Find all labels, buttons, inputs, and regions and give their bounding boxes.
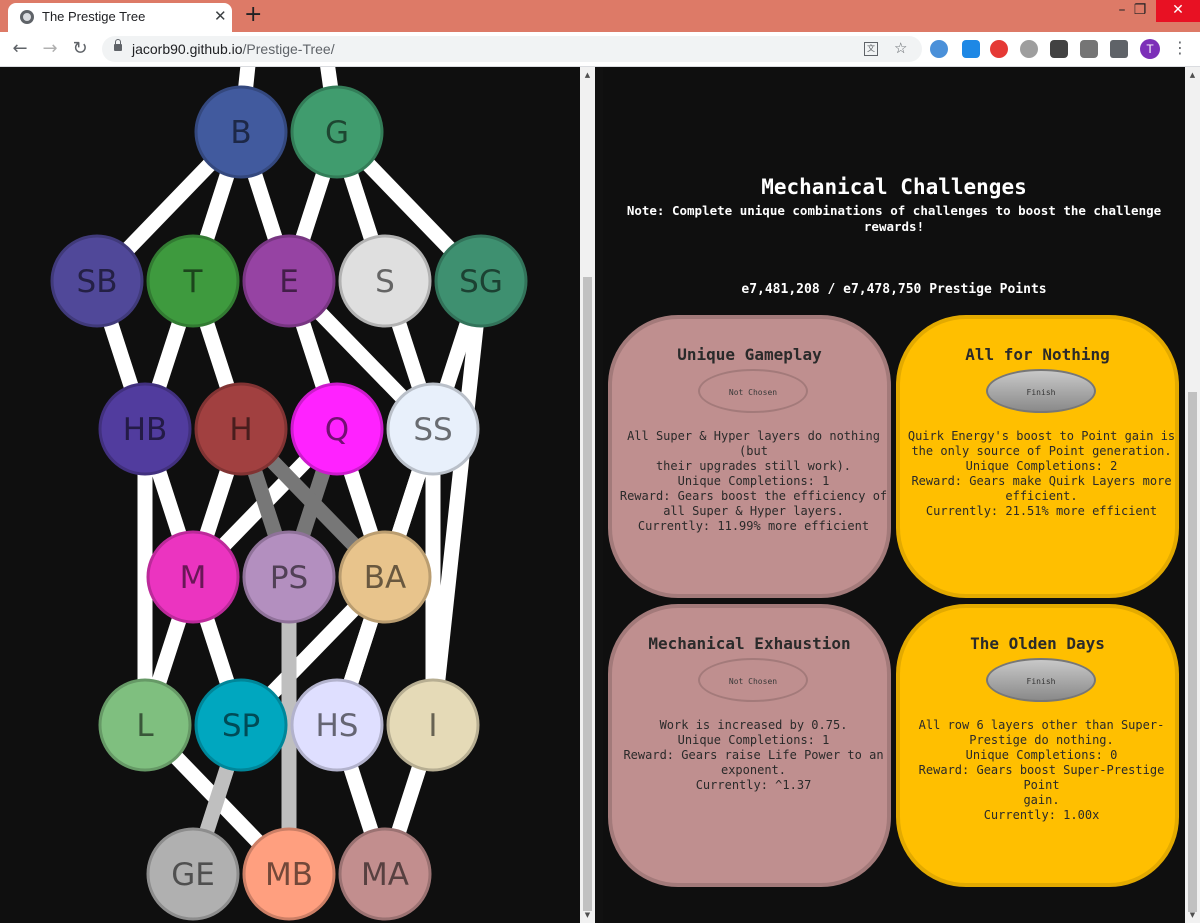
reload-button[interactable]: ↻ (68, 37, 92, 61)
tree-node-e[interactable]: E (242, 234, 336, 328)
tree-node-sg[interactable]: SG (434, 234, 528, 328)
tree-node-g[interactable]: G (290, 85, 384, 179)
tree-node-ps[interactable]: PS (242, 530, 336, 624)
challenge-toggle-button[interactable]: Not Chosen (698, 658, 808, 702)
tree-node-hb[interactable]: HB (98, 382, 192, 476)
challenge-mechanical-exhaustion: Mechanical Exhaustion Not Chosen Work is… (608, 604, 891, 887)
prestige-points-display: e7,481,208 / e7,478,750 Prestige Points (741, 282, 1047, 297)
close-tab-icon[interactable]: ✕ (214, 7, 227, 25)
address-bar[interactable]: jacorb90.github.io/Prestige-Tree/ 文 ☆ (102, 36, 922, 62)
tree-node-label: GE (171, 857, 215, 893)
tree-node-label: SB (77, 264, 118, 300)
tree-node-ba[interactable]: BA (338, 530, 432, 624)
extension-headphones-icon[interactable] (1020, 40, 1038, 58)
scroll-down-icon[interactable]: ▼ (1185, 909, 1200, 921)
tree-node-label: HB (123, 412, 168, 448)
extension-help-icon[interactable] (1050, 40, 1068, 58)
panel-note: Note: Complete unique combinations of ch… (626, 203, 1162, 234)
tree-node-ss[interactable]: SS (386, 382, 480, 476)
tree-pane: B G SB T E S SG HB H Q SS M PS BA L SP HS I GE MB MA (0, 67, 580, 923)
tree-node-mb[interactable]: MB (242, 827, 336, 921)
tree-node-label: PS (270, 560, 308, 596)
tree-node-label: BA (364, 560, 406, 596)
tree-node-label: SG (459, 264, 503, 300)
bookmark-star-icon[interactable]: ☆ (894, 39, 907, 57)
tree-node-label: L (136, 708, 154, 744)
challenge-title: All for Nothing (965, 345, 1110, 364)
tree-node-s[interactable]: S (338, 234, 432, 328)
browser-toolbar: ← → ↻ jacorb90.github.io/Prestige-Tree/ … (0, 32, 1200, 67)
pane-divider[interactable] (595, 67, 603, 923)
tree-canvas: B G SB T E S SG HB H Q SS M PS BA L SP HS I GE MB MA (50, 67, 528, 921)
tree-node-hs[interactable]: HS (290, 678, 384, 772)
tree-node-sb[interactable]: SB (50, 234, 144, 328)
tree-node-label: SS (413, 412, 452, 448)
challenge-title: Mechanical Exhaustion (648, 634, 851, 653)
extension-red-icon[interactable] (990, 40, 1008, 58)
panel-title: Mechanical Challenges (761, 175, 1027, 199)
globe-icon (20, 10, 34, 24)
new-tab-button[interactable]: + (244, 2, 262, 27)
tree-node-label: B (230, 115, 251, 151)
challenge-unique-gameplay: Unique Gameplay Not Chosen All Super & H… (608, 315, 891, 598)
profile-avatar[interactable]: T (1140, 39, 1160, 59)
browser-tabstrip: The Prestige Tree ✕ + – ❐ ✕ (0, 0, 1200, 32)
window-close-button[interactable]: ✕ (1156, 0, 1200, 22)
tree-node-sp[interactable]: SP (194, 678, 288, 772)
lock-icon (114, 39, 122, 51)
tree-node-label: Q (325, 412, 349, 448)
tree-node-q[interactable]: Q (290, 382, 384, 476)
challenge-finish-button[interactable]: Finish (986, 658, 1096, 702)
tree-node-b[interactable]: B (194, 85, 288, 179)
challenge-description: Quirk Energy's boost to Point gain is th… (907, 429, 1176, 518)
tree-node-l[interactable]: L (98, 678, 192, 772)
extension-blue-icon[interactable] (930, 40, 948, 58)
tree-node-ma[interactable]: MA (338, 827, 432, 921)
tree-node-label: I (428, 708, 437, 744)
tab-title: The Prestige Tree (42, 9, 146, 24)
tree-node-label: E (279, 264, 299, 300)
tree-node-label: SP (222, 708, 260, 744)
challenge-finish-button[interactable]: Finish (986, 369, 1096, 413)
tree-node-i[interactable]: I (386, 678, 480, 772)
tree-node-label: MB (265, 857, 313, 893)
back-button[interactable]: ← (8, 37, 32, 61)
url-text: jacorb90.github.io/Prestige-Tree/ (132, 41, 335, 57)
tree-node-h[interactable]: H (194, 382, 288, 476)
tree-node-label: M (180, 560, 207, 596)
tree-scroll-thumb[interactable] (583, 277, 592, 911)
browser-tab[interactable]: The Prestige Tree ✕ (8, 3, 232, 32)
tree-node-label: H (229, 412, 252, 448)
challenge-description: All Super & Hyper layers do nothing (but… (619, 429, 888, 533)
panel-scrollbar[interactable]: ▲ ▼ (1185, 67, 1200, 923)
restore-button[interactable]: ❐ (1122, 0, 1158, 22)
tree-node-m[interactable]: M (146, 530, 240, 624)
challenge-description: All row 6 layers other than Super- Prest… (918, 718, 1165, 822)
extensions-puzzle-icon[interactable] (1110, 40, 1128, 58)
tree-node-label: S (375, 264, 395, 300)
tree-node-label: HS (316, 708, 359, 744)
browser-menu-icon[interactable]: ⋮ (1172, 38, 1188, 57)
tree-node-ge[interactable]: GE (146, 827, 240, 921)
tree-scrollbar[interactable]: ▲ ▼ (580, 67, 595, 923)
tree-node-label: MA (361, 857, 409, 893)
tree-node-label: T (183, 264, 204, 300)
scroll-down-icon[interactable]: ▼ (580, 909, 595, 921)
panel-scroll-thumb[interactable] (1188, 392, 1197, 912)
tree-node-t[interactable]: T (146, 234, 240, 328)
challenge-all-for-nothing: All for Nothing Finish Quirk Energy's bo… (896, 315, 1179, 598)
scroll-up-icon[interactable]: ▲ (1185, 69, 1200, 81)
challenge-description: Work is increased by 0.75. Unique Comple… (623, 718, 884, 792)
challenge-the-olden-days: The Olden Days Finish All row 6 layers o… (896, 604, 1179, 887)
extension-share-icon[interactable] (962, 40, 980, 58)
challenges-pane: Mechanical Challenges Note: Complete uni… (603, 67, 1183, 923)
extension-window-icon[interactable] (1080, 40, 1098, 58)
challenge-title: The Olden Days (970, 634, 1105, 653)
challenge-toggle-button[interactable]: Not Chosen (698, 369, 808, 413)
translate-icon[interactable]: 文 (864, 42, 878, 56)
scroll-up-icon[interactable]: ▲ (580, 69, 595, 81)
challenge-title: Unique Gameplay (677, 345, 822, 364)
forward-button[interactable]: → (38, 37, 62, 61)
tree-node-label: G (325, 115, 349, 151)
